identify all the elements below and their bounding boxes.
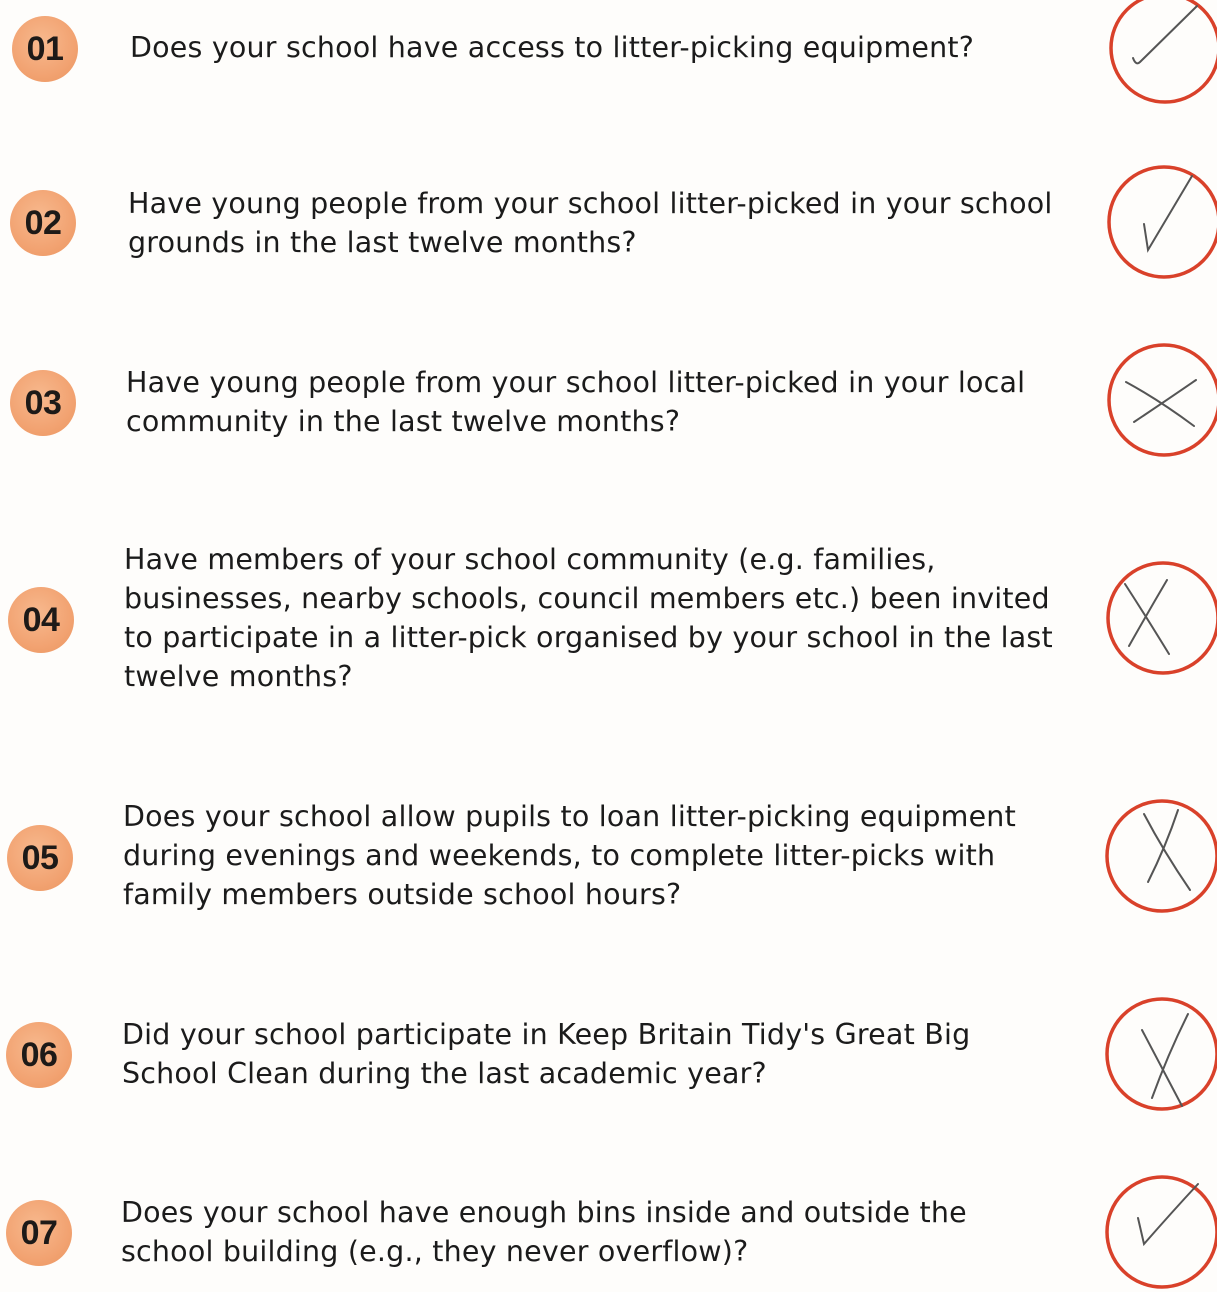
question-number-badge: 04 [8, 587, 74, 653]
question-text: Have young people from your school litte… [126, 366, 1026, 438]
question-text: Does your school allow pupils to loan li… [123, 800, 1016, 911]
answer-cross-icon[interactable] [1103, 558, 1217, 678]
question-number-badge: 06 [6, 1022, 72, 1088]
question-number-badge: 03 [10, 370, 76, 436]
question-text: Does your school have access to litter-p… [130, 31, 975, 64]
question-text: Have members of your school community (e… [124, 543, 1053, 693]
answer-tick-icon[interactable] [1105, 0, 1217, 108]
question-number-badge: 05 [7, 825, 73, 891]
answer-tick-icon[interactable] [1104, 162, 1217, 282]
question-text: Have young people from your school litte… [128, 187, 1053, 259]
answer-cross-icon[interactable] [1102, 796, 1217, 916]
question-text: Did your school participate in Keep Brit… [122, 1018, 971, 1090]
question-text: Does your school have enough bins inside… [121, 1196, 967, 1268]
answer-cross-icon[interactable] [1104, 340, 1217, 460]
question-number-badge: 07 [6, 1200, 72, 1266]
answer-tick-icon[interactable] [1102, 1172, 1217, 1292]
question-number-badge: 01 [12, 16, 78, 82]
answer-cross-icon[interactable] [1102, 994, 1217, 1114]
question-number-badge: 02 [10, 190, 76, 256]
